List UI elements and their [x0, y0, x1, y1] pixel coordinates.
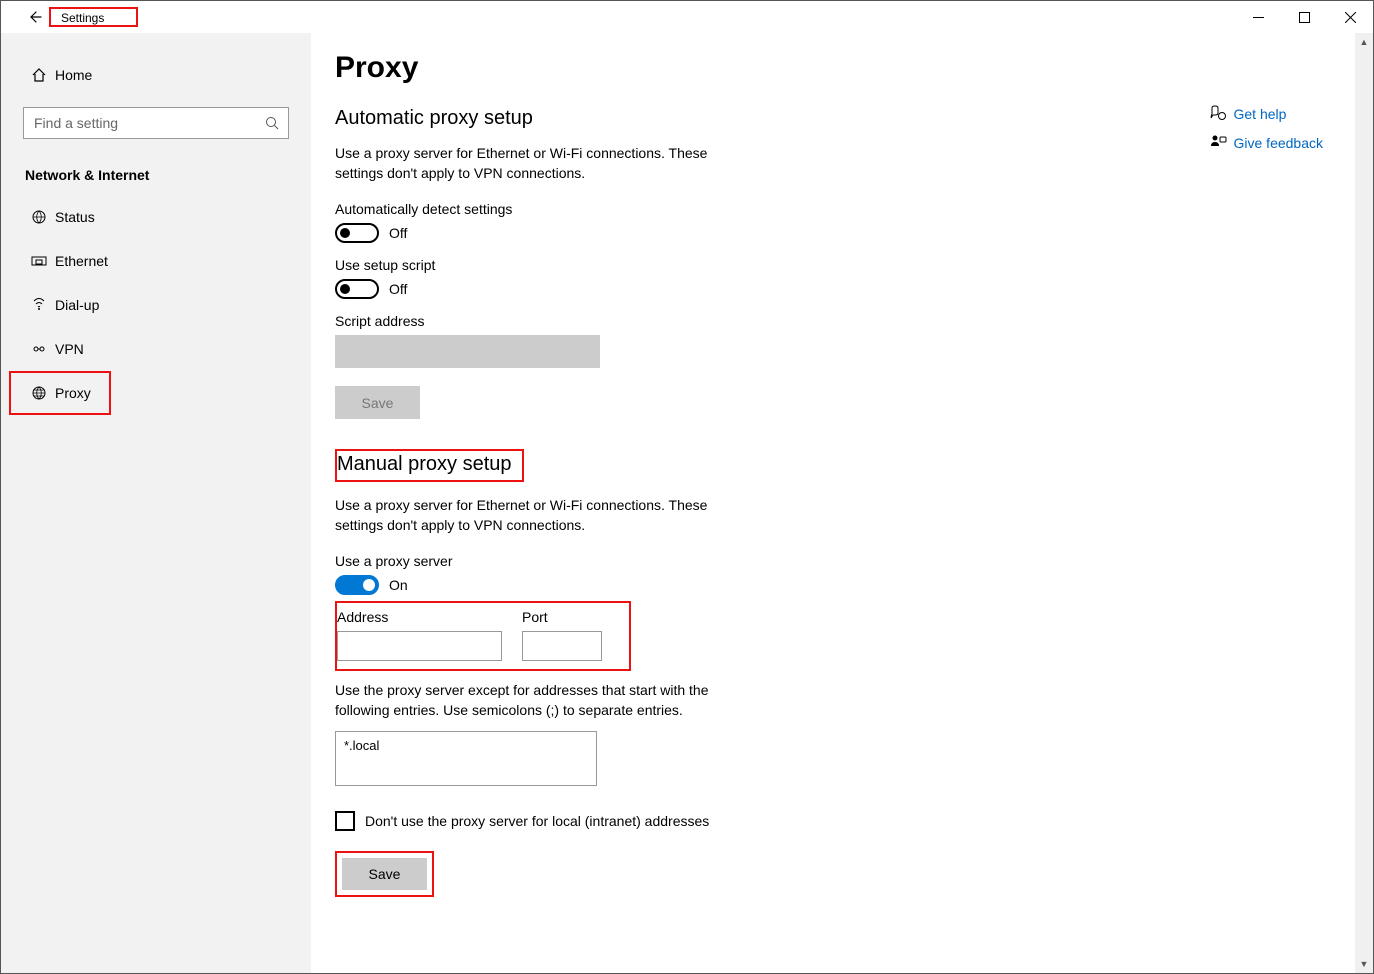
page-title: Proxy [335, 51, 1031, 85]
sidebar-item-vpn[interactable]: VPN [1, 327, 311, 371]
port-input[interactable] [522, 631, 602, 661]
auto-save-button: Save [335, 386, 420, 419]
sidebar-home[interactable]: Home [1, 53, 311, 97]
use-proxy-toggle[interactable] [335, 575, 379, 595]
help-icon [1210, 105, 1234, 122]
sidebar-item-label: VPN [55, 341, 84, 357]
manual-save-button[interactable]: Save [342, 858, 427, 890]
address-label: Address [337, 609, 502, 625]
exceptions-input[interactable] [335, 731, 597, 786]
sidebar-category: Network & Internet [1, 151, 311, 195]
sidebar-item-proxy[interactable]: Proxy [9, 371, 111, 415]
scrollbar[interactable]: ▲ ▼ [1355, 33, 1373, 973]
dialup-icon [25, 297, 53, 313]
settings-window: Settings Home Network & Inter [0, 0, 1374, 974]
right-links: Get help Give feedback [1210, 105, 1324, 163]
script-address-input [335, 335, 600, 368]
use-proxy-label: Use a proxy server [335, 553, 1031, 569]
detect-state: Off [389, 225, 407, 241]
scroll-down-icon: ▼ [1360, 955, 1369, 973]
close-button[interactable] [1327, 1, 1373, 33]
back-button[interactable] [19, 9, 49, 25]
sidebar-item-ethernet[interactable]: Ethernet [1, 239, 311, 283]
sidebar-item-dialup[interactable]: Dial-up [1, 283, 311, 327]
search-input[interactable] [32, 114, 265, 132]
give-feedback-label: Give feedback [1234, 135, 1324, 151]
feedback-icon [1210, 134, 1234, 151]
script-state: Off [389, 281, 407, 297]
detect-label: Automatically detect settings [335, 201, 1031, 217]
sidebar-item-label: Ethernet [55, 253, 108, 269]
detect-toggle[interactable] [335, 223, 379, 243]
sidebar-item-label: Status [55, 209, 95, 225]
content-area: Proxy Automatic proxy setup Use a proxy … [311, 33, 1373, 973]
sidebar: Home Network & Internet Status Ethern [1, 33, 311, 973]
minimize-button[interactable] [1235, 1, 1281, 33]
manual-section-heading: Manual proxy setup [337, 453, 512, 476]
window-controls [1235, 1, 1373, 33]
get-help-link[interactable]: Get help [1210, 105, 1324, 122]
highlight-manual-save: Save [335, 851, 434, 897]
auto-section-heading: Automatic proxy setup [335, 107, 1031, 130]
titlebar: Settings [1, 1, 1373, 33]
address-input[interactable] [337, 631, 502, 661]
sidebar-item-label: Proxy [55, 385, 91, 401]
home-icon [25, 67, 53, 83]
highlight-title: Settings [49, 7, 138, 27]
local-bypass-label: Don't use the proxy server for local (in… [365, 813, 709, 829]
maximize-button[interactable] [1281, 1, 1327, 33]
proxy-icon [25, 385, 53, 401]
local-bypass-checkbox[interactable] [335, 811, 355, 831]
highlight-address-port: Address Port [335, 601, 631, 671]
auto-section-desc: Use a proxy server for Ethernet or Wi-Fi… [335, 144, 735, 183]
script-label: Use setup script [335, 257, 1031, 273]
use-proxy-state: On [389, 577, 408, 593]
sidebar-home-label: Home [55, 67, 92, 83]
give-feedback-link[interactable]: Give feedback [1210, 134, 1324, 151]
script-address-label: Script address [335, 313, 1031, 329]
manual-section-desc: Use a proxy server for Ethernet or Wi-Fi… [335, 496, 735, 535]
sidebar-item-label: Dial-up [55, 297, 99, 313]
get-help-label: Get help [1234, 106, 1287, 122]
exceptions-desc: Use the proxy server except for addresse… [335, 681, 745, 720]
script-toggle[interactable] [335, 279, 379, 299]
ethernet-icon [25, 253, 53, 269]
port-label: Port [522, 609, 602, 625]
highlight-manual-heading: Manual proxy setup [335, 449, 524, 482]
status-icon [25, 209, 53, 225]
sidebar-item-status[interactable]: Status [1, 195, 311, 239]
vpn-icon [25, 341, 53, 357]
search-box[interactable] [23, 107, 289, 139]
main-column: Proxy Automatic proxy setup Use a proxy … [311, 33, 1031, 973]
search-icon [265, 116, 280, 131]
scroll-up-icon: ▲ [1360, 33, 1369, 51]
window-title: Settings [51, 8, 136, 28]
